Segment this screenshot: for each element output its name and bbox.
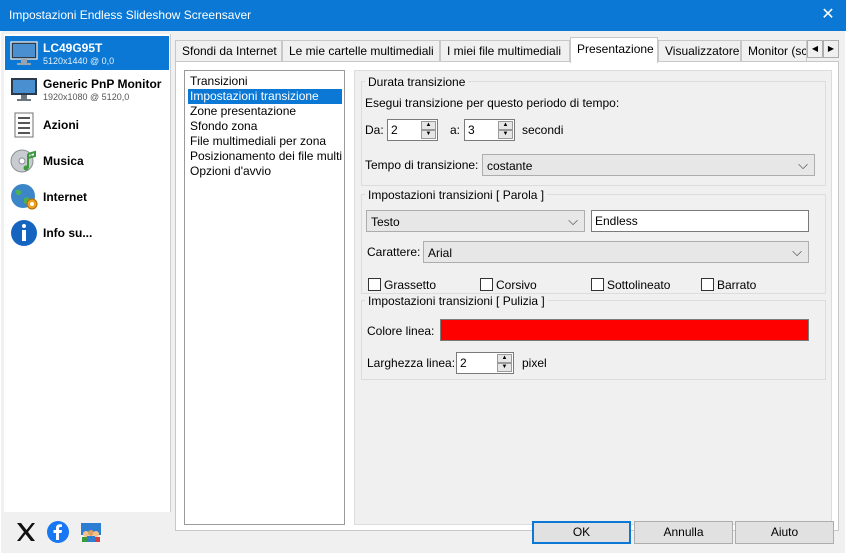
spin-down-icon[interactable]: ▼	[498, 130, 513, 139]
spin-up-icon[interactable]: ▲	[497, 354, 512, 363]
tab-panel-presentazione: Transizioni Impostazioni transizione Zon…	[175, 61, 839, 531]
tab-scroll-right-icon[interactable]: ▶	[823, 40, 839, 58]
tree-item-impostazioni-transizione[interactable]: Impostazioni transizione	[188, 89, 342, 104]
transition-time-select[interactable]: costante ⌵	[482, 154, 815, 176]
close-icon[interactable]: ✕	[820, 5, 836, 25]
x-icon[interactable]	[14, 520, 38, 544]
sidebar-item-name: LC49G95T	[43, 41, 103, 55]
tree-item-zone-presentazione[interactable]: Zone presentazione	[188, 104, 298, 119]
from-seconds-stepper[interactable]: 2 ▲ ▼	[387, 119, 438, 141]
strikethrough-checkbox[interactable]	[701, 278, 714, 291]
sidebar-item-lc49g95t[interactable]: LC49G95T 5120x1440 @ 0,0	[5, 36, 169, 70]
font-label: Carattere:	[367, 245, 421, 259]
help-button[interactable]: Aiuto	[735, 521, 834, 544]
monitor-icon	[10, 41, 38, 65]
settings-area: Durata transizione Esegui transizione pe…	[354, 70, 832, 525]
bold-label: Grassetto	[384, 278, 437, 292]
tab-visualizzatore[interactable]: Visualizzatore	[658, 40, 741, 62]
sidebar-item-name: Musica	[43, 154, 84, 168]
sidebar-item-generic-pnp-monitor[interactable]: Generic PnP Monitor 1920x1080 @ 5120,0	[5, 72, 169, 106]
sidebar: LC49G95T 5120x1440 @ 0,0 Generic PnP Mon…	[4, 34, 171, 512]
word-type-select[interactable]: Testo ⌵	[366, 210, 585, 232]
music-icon	[10, 149, 36, 173]
info-icon	[11, 220, 37, 246]
sidebar-item-azioni[interactable]: Azioni	[5, 108, 169, 142]
spin-down-icon[interactable]: ▼	[497, 363, 512, 372]
sidebar-item-musica[interactable]: Musica	[5, 144, 169, 178]
italic-label: Corsivo	[496, 278, 537, 292]
word-text-value: Endless	[595, 214, 638, 228]
sidebar-item-name: Info su...	[43, 226, 93, 240]
bottom-bar: OK Annulla Aiuto	[1, 511, 845, 553]
font-value: Arial	[428, 246, 453, 260]
chevron-down-icon: ⌵	[568, 213, 578, 228]
tab-strip: Sfondi da Internet Le mie cartelle multi…	[175, 37, 839, 63]
line-width-label: Larghezza linea:	[367, 356, 456, 370]
group-title-pulizia: Impostazioni transizioni [ Pulizia ]	[365, 294, 548, 308]
title-bar: Impostazioni Endless Slideshow Screensav…	[0, 0, 846, 31]
underline-checkbox[interactable]	[591, 278, 604, 291]
from-label: Da:	[365, 123, 384, 137]
tab-le-mie-cartelle[interactable]: Le mie cartelle multimediali	[282, 40, 440, 62]
line-color-label: Colore linea:	[367, 324, 435, 338]
tab-i-miei-file[interactable]: I miei file multimediali	[440, 40, 570, 62]
word-type-value: Testo	[371, 215, 400, 229]
window-title: Impostazioni Endless Slideshow Screensav…	[9, 8, 252, 22]
sidebar-item-internet[interactable]: Internet	[5, 180, 169, 214]
tab-presentazione[interactable]: Presentazione	[570, 37, 658, 63]
seconds-unit: secondi	[522, 123, 564, 137]
to-seconds-value: 3	[468, 123, 475, 137]
line-width-stepper[interactable]: 2 ▲ ▼	[456, 352, 514, 374]
duration-instruction: Esegui transizione per questo periodo di…	[365, 96, 620, 110]
italic-checkbox[interactable]	[480, 278, 493, 291]
sidebar-item-name: Azioni	[43, 118, 79, 132]
cancel-button[interactable]: Annulla	[634, 521, 733, 544]
settings-tree: Transizioni Impostazioni transizione Zon…	[184, 70, 345, 525]
tab-scroll-left-icon[interactable]: ◀	[807, 40, 823, 58]
transition-time-label: Tempo di transizione:	[365, 158, 479, 172]
underline-label: Sottolineato	[607, 278, 671, 292]
sidebar-item-name: Internet	[43, 190, 88, 204]
line-color-swatch[interactable]	[440, 319, 809, 341]
spin-up-icon[interactable]: ▲	[421, 121, 436, 130]
window-body: LC49G95T 5120x1440 @ 0,0 Generic PnP Mon…	[1, 31, 845, 553]
sidebar-item-resolution: 1920x1080 @ 5120,0	[43, 92, 130, 102]
facebook-icon[interactable]	[46, 520, 70, 544]
tree-item-sfondo-zona[interactable]: Sfondo zona	[188, 119, 259, 134]
word-text-input[interactable]: Endless	[591, 210, 809, 232]
transition-time-value: costante	[487, 159, 533, 173]
line-width-value: 2	[460, 356, 467, 370]
monitor-icon	[11, 78, 37, 101]
group-title-durata: Durata transizione	[365, 75, 469, 89]
chevron-down-icon: ⌵	[798, 157, 808, 172]
from-seconds-value: 2	[391, 123, 398, 137]
tree-item-posizionamento[interactable]: Posizionamento dei file multi	[188, 149, 344, 164]
spin-up-icon[interactable]: ▲	[498, 121, 513, 130]
bold-checkbox[interactable]	[368, 278, 381, 291]
sidebar-item-info[interactable]: Info su...	[5, 216, 169, 250]
pixel-unit: pixel	[522, 356, 547, 370]
to-seconds-stepper[interactable]: 3 ▲ ▼	[464, 119, 515, 141]
sidebar-item-resolution: 5120x1440 @ 0,0	[43, 56, 115, 66]
chevron-down-icon: ⌵	[792, 244, 802, 259]
globe-icon	[11, 184, 38, 210]
tab-sfondi-da-internet[interactable]: Sfondi da Internet	[175, 40, 282, 62]
community-icon[interactable]	[79, 520, 103, 544]
sidebar-item-name: Generic PnP Monitor	[43, 77, 162, 91]
group-title-parola: Impostazioni transizioni [ Parola ]	[365, 188, 548, 202]
tree-item-transizioni[interactable]: Transizioni	[188, 74, 250, 89]
spin-down-icon[interactable]: ▼	[421, 130, 436, 139]
to-label: a:	[450, 123, 461, 137]
ok-button[interactable]: OK	[532, 521, 631, 544]
actions-icon	[14, 112, 34, 138]
tab-monitor[interactable]: Monitor (sc	[741, 40, 807, 62]
tree-item-opzioni-avvio[interactable]: Opzioni d'avvio	[188, 164, 273, 179]
strikethrough-label: Barrato	[717, 278, 757, 292]
tree-item-file-per-zona[interactable]: File multimediali per zona	[188, 134, 328, 149]
font-select[interactable]: Arial ⌵	[423, 241, 809, 263]
